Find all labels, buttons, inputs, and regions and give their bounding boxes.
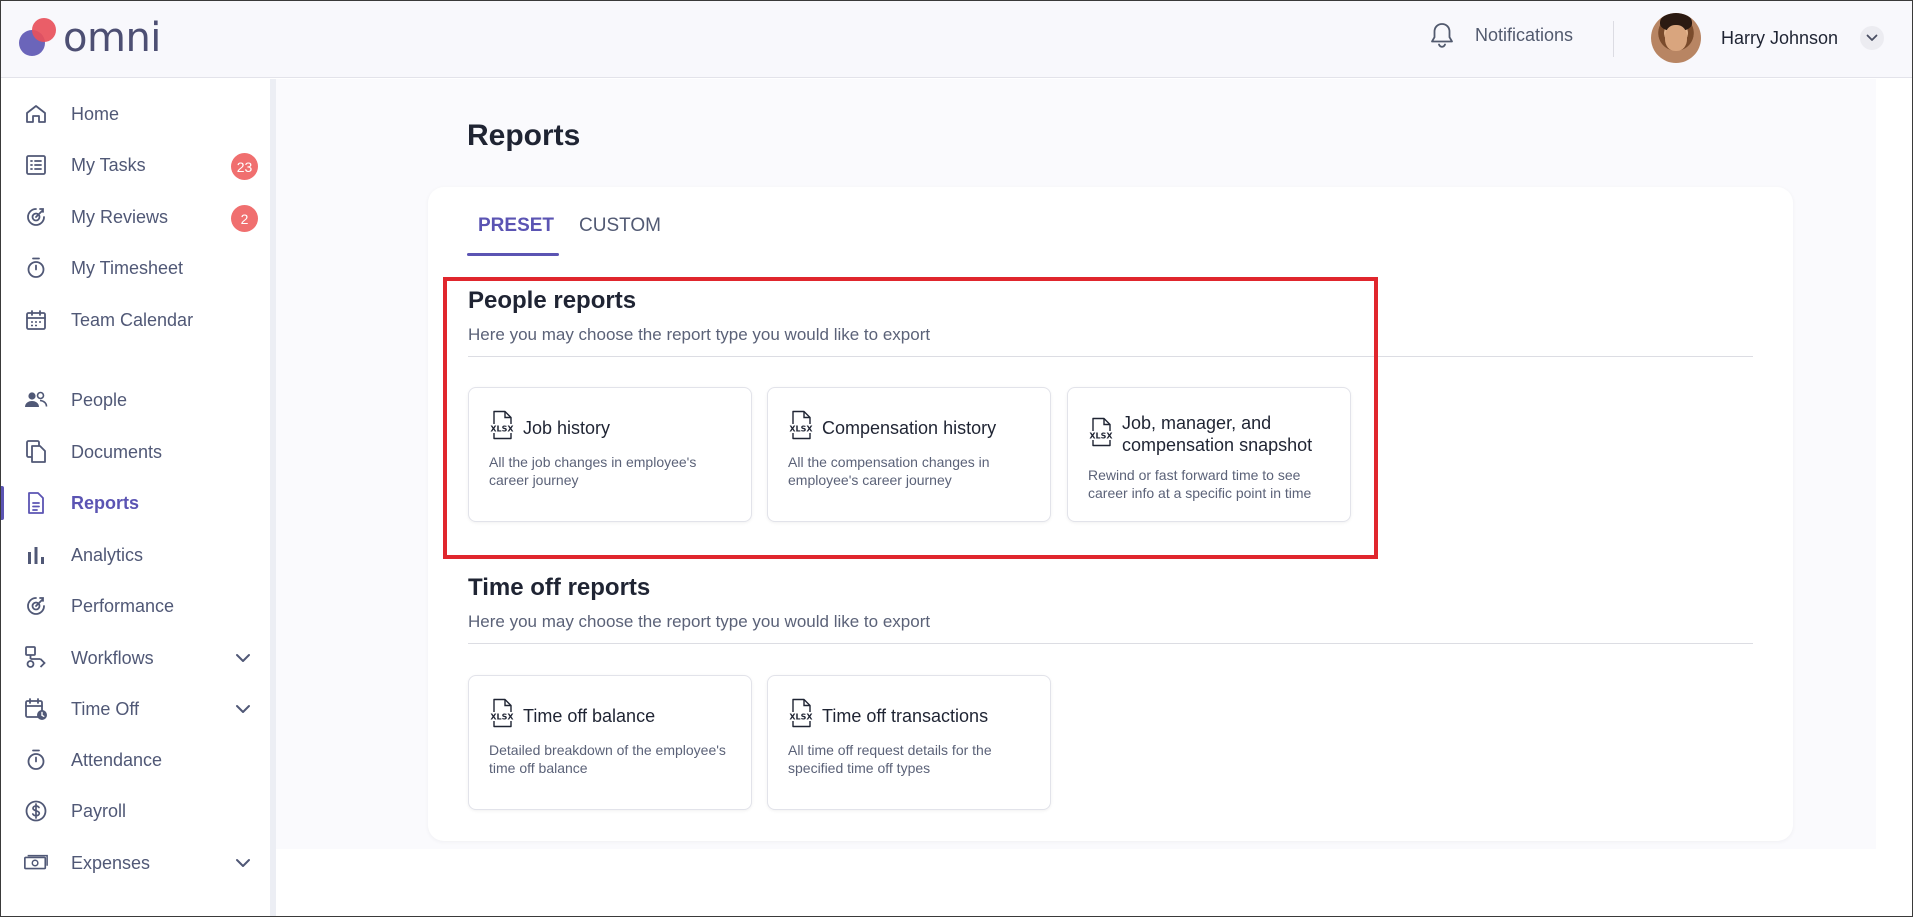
card-title: Job, manager, and compensation snapshot — [1122, 413, 1313, 455]
sidebar-item-home[interactable]: Home — [1, 93, 269, 135]
sidebar-item-label: Expenses — [71, 852, 151, 873]
card-description: Rewind or fast forward time to see caree… — [1088, 467, 1312, 501]
notifications-button[interactable]: Notifications — [1429, 21, 1573, 49]
sidebar-item-documents[interactable]: Documents — [1, 431, 269, 473]
time-off-reports-title: Time off reports — [468, 574, 651, 601]
chevron-down-icon[interactable] — [235, 650, 251, 668]
calendar-clock-icon — [23, 696, 49, 722]
sidebar-item-performance[interactable]: Performance — [1, 585, 269, 627]
report-card-time-off-transactions[interactable]: XLSX Time off transactions All time off … — [767, 675, 1051, 810]
page-title: Reports — [467, 119, 581, 152]
card-title: Compensation history — [822, 417, 997, 438]
xlsx-file-icon: XLSX — [489, 698, 515, 733]
xlsx-file-icon: XLSX — [489, 410, 515, 445]
avatar[interactable] — [1651, 13, 1701, 63]
svg-text:XLSX: XLSX — [490, 425, 514, 434]
people-reports-title: People reports — [468, 287, 637, 314]
task-count-badge: 23 — [231, 153, 258, 180]
calendar-icon — [23, 307, 49, 333]
documents-icon — [23, 439, 49, 465]
sidebar-item-workflows[interactable]: Workflows — [1, 637, 269, 679]
bar-chart-icon — [23, 542, 49, 568]
logo-text: omni — [63, 15, 161, 61]
xlsx-file-icon: XLSX — [1088, 417, 1114, 452]
tab-custom[interactable]: CUSTOM — [579, 215, 661, 237]
sidebar-item-label: Documents — [71, 441, 163, 462]
svg-text:XLSX: XLSX — [1089, 431, 1113, 440]
card-title: Job history — [523, 417, 611, 438]
sidebar-item-time-off[interactable]: Time Off — [1, 688, 269, 730]
user-name: Harry Johnson — [1721, 27, 1839, 48]
report-icon — [23, 490, 49, 516]
logo-mark-icon — [19, 18, 56, 56]
sidebar-item-label: My Reviews — [71, 206, 169, 227]
svg-text:XLSX: XLSX — [490, 713, 514, 722]
sidebar-item-reports[interactable]: Reports — [1, 482, 269, 524]
reviews-icon — [23, 204, 49, 230]
stopwatch-icon — [23, 747, 49, 773]
card-title: Time off balance — [523, 705, 656, 726]
sidebar-item-expenses[interactable]: Expenses — [1, 842, 269, 884]
sidebar-item-label: Team Calendar — [71, 309, 194, 330]
sidebar-item-payroll[interactable]: Payroll — [1, 790, 269, 832]
sidebar-item-label: Reports — [71, 492, 140, 513]
xlsx-file-icon: XLSX — [788, 410, 814, 445]
sidebar-item-analytics[interactable]: Analytics — [1, 534, 269, 576]
tab-preset[interactable]: PRESET — [478, 215, 554, 237]
performance-icon — [23, 593, 49, 619]
bell-icon — [1431, 23, 1453, 48]
review-count-badge: 2 — [231, 205, 258, 232]
sidebar-item-label: Attendance — [71, 749, 163, 770]
sidebar-item-team-calendar[interactable]: Team Calendar — [1, 299, 269, 341]
report-card-job-manager-compensation-snapshot[interactable]: XLSX Job, manager, and compensation snap… — [1067, 387, 1351, 522]
report-card-job-history[interactable]: XLSX Job history All the job changes in … — [468, 387, 752, 522]
card-description: All the job changes in employee's career… — [489, 454, 697, 488]
cash-icon — [23, 850, 49, 876]
user-menu[interactable]: Harry Johnson — [1651, 13, 1885, 63]
card-description: Detailed breakdown of the employee's tim… — [489, 742, 726, 776]
notifications-label: Notifications — [1475, 24, 1574, 45]
card-title: Time off transactions — [822, 705, 989, 726]
sidebar-item-label: Analytics — [71, 544, 144, 565]
sidebar-item-people[interactable]: People — [1, 379, 269, 421]
time-off-reports-subtitle: Here you may choose the report type you … — [468, 612, 931, 631]
dollar-icon — [23, 798, 49, 824]
chevron-down-icon[interactable] — [1860, 26, 1885, 50]
people-reports-subtitle: Here you may choose the report type you … — [468, 325, 931, 344]
sidebar-item-label: Performance — [71, 595, 175, 616]
svg-text:XLSX: XLSX — [789, 425, 813, 434]
sidebar-item-label: My Timesheet — [71, 257, 184, 278]
task-list-icon — [23, 152, 49, 178]
sidebar-item-attendance[interactable]: Attendance — [1, 739, 269, 781]
sidebar-item-my-timesheet[interactable]: My Timesheet — [1, 247, 269, 289]
sidebar-item-label: People — [71, 389, 128, 410]
sidebar-item-label: Payroll — [71, 800, 127, 821]
stopwatch-icon — [23, 255, 49, 281]
svg-text:XLSX: XLSX — [789, 713, 813, 722]
sidebar-item-label: Workflows — [71, 647, 154, 668]
xlsx-file-icon: XLSX — [788, 698, 814, 733]
chevron-down-icon[interactable] — [235, 855, 251, 873]
section-divider — [468, 643, 1753, 644]
sidebar-item-my-tasks[interactable]: My Tasks 23 — [1, 144, 269, 186]
card-description: All the compensation changes in employee… — [788, 454, 990, 488]
home-icon — [23, 101, 49, 127]
card-description: All time off request details for the spe… — [788, 742, 992, 776]
header-divider — [1613, 21, 1614, 57]
workflow-icon — [23, 645, 49, 671]
sidebar-item-my-reviews[interactable]: My Reviews 2 — [1, 196, 269, 238]
chevron-down-icon[interactable] — [235, 701, 251, 719]
sidebar-item-label: Home — [71, 103, 120, 124]
omni-logo[interactable]: omni — [19, 14, 161, 62]
report-card-compensation-history[interactable]: XLSX Compensation history All the compen… — [767, 387, 1051, 522]
people-icon — [23, 387, 49, 413]
sidebar-item-label: Time Off — [71, 698, 140, 719]
sidebar-item-label: My Tasks — [71, 154, 146, 175]
active-tab-indicator — [467, 253, 559, 256]
top-header: omni Notifications Harry Johnson — [1, 1, 1912, 78]
report-card-time-off-balance[interactable]: XLSX Time off balance Detailed breakdown… — [468, 675, 752, 810]
section-divider — [468, 356, 1753, 357]
app-window: omni Notifications Harry Johnson Home My… — [0, 0, 1913, 917]
